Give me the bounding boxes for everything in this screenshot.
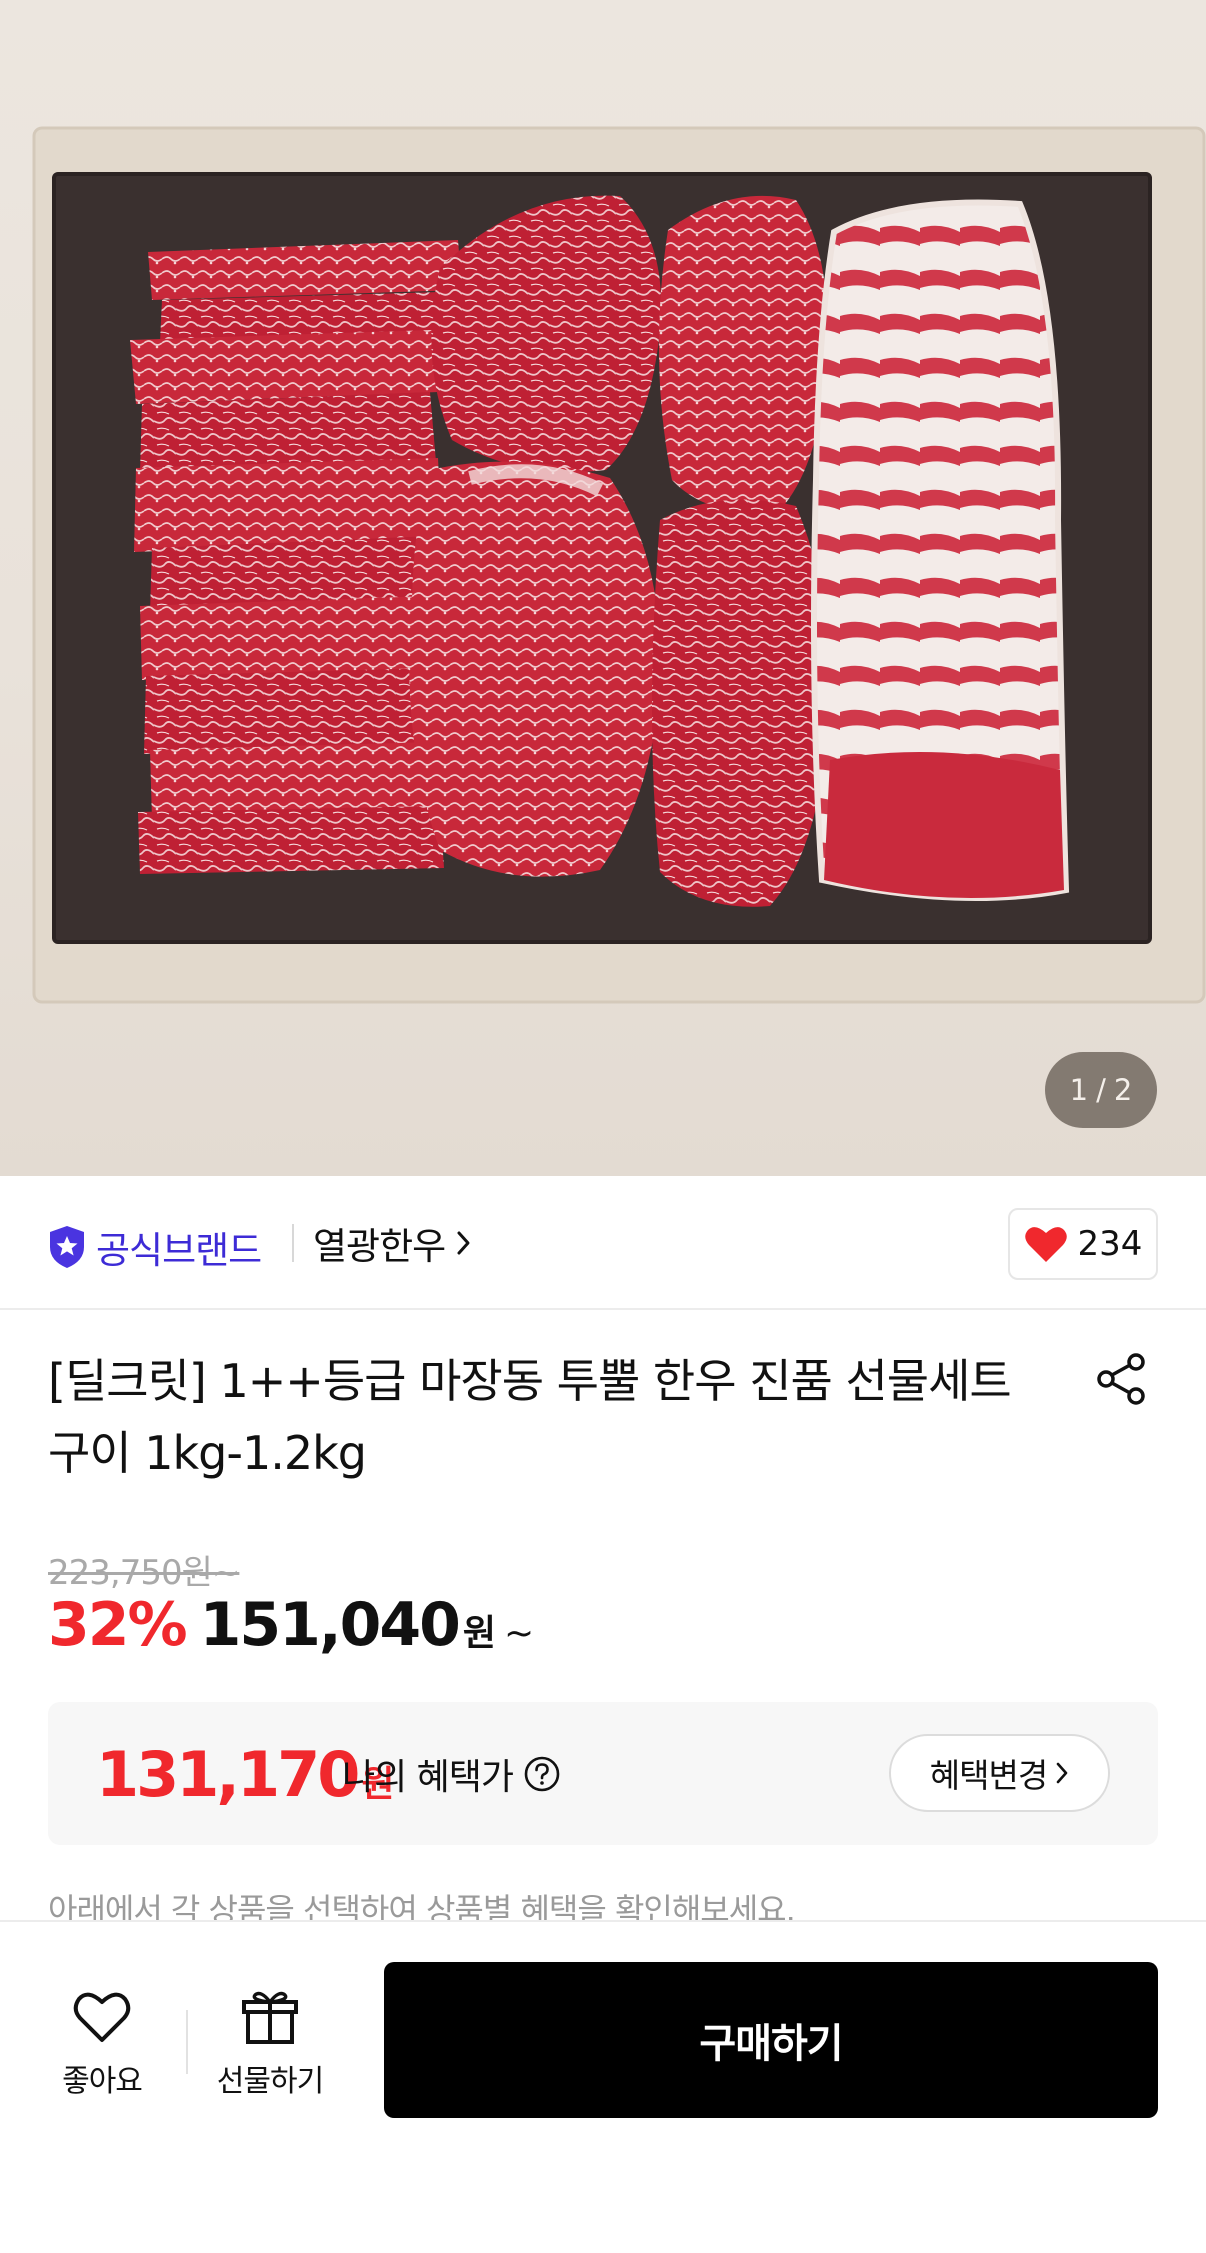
change-benefit-button[interactable]: 혜택변경 (889, 1734, 1110, 1812)
bottom-action-bar: 좋아요 선물하기 구매하기 (0, 1920, 1206, 2253)
original-price: 223,750원~ (48, 1553, 240, 1593)
benefit-label: 나의 혜택가 (342, 1748, 561, 1800)
brand-row: 공식브랜드 열광한우 234 (0, 1176, 1206, 1310)
like-count: 234 (1077, 1224, 1143, 1264)
divider (292, 1224, 294, 1262)
star-shield-icon (50, 1226, 84, 1268)
total-pages: 2 (1113, 1073, 1133, 1107)
buy-label: 구매하기 (699, 2021, 843, 2067)
like-count-button[interactable]: 234 (1008, 1208, 1158, 1280)
benefit-price-value: 131,170 (96, 1738, 360, 1811)
divider (186, 2010, 188, 2074)
heart-outline-icon (73, 1992, 131, 2042)
buy-button[interactable]: 구매하기 (384, 1962, 1158, 2118)
discount-rate: 32% (48, 1590, 188, 1660)
heart-icon (1024, 1227, 1067, 1262)
product-title: [딜크릿] 1++등급 마장동 투뿔 한우 진품 선물세트 구이 1kg-1.2… (48, 1345, 1048, 1489)
store-name: 열광한우 (313, 1225, 446, 1268)
gift-button[interactable]: 선물하기 (195, 1988, 345, 2100)
sale-price-currency: 원 (462, 1613, 497, 1654)
chevron-right-icon (1056, 1762, 1068, 1784)
benefit-label-text: 나의 혜택가 (342, 1757, 514, 1798)
sale-price-suffix: ~ (504, 1613, 535, 1654)
image-page-counter: 1 / 2 (1045, 1052, 1157, 1128)
current-page: 1 (1069, 1073, 1089, 1107)
sale-price-row: 32% 151,040 원 ~ (48, 1590, 534, 1660)
question-circle-icon[interactable] (523, 1755, 561, 1793)
my-benefit-price-box: 131,170 원 나의 혜택가 혜택변경 (48, 1702, 1158, 1845)
share-icon[interactable] (1094, 1352, 1148, 1406)
page-separator: / (1096, 1073, 1106, 1107)
product-image-gallery[interactable]: 1 / 2 (0, 0, 1206, 1176)
gift-label: 선물하기 (216, 2064, 324, 2099)
official-brand-badge: 공식브랜드 (48, 1220, 262, 1274)
change-benefit-label: 혜택변경 (929, 1756, 1048, 1795)
sale-price: 151,040 (199, 1590, 461, 1660)
like-button[interactable]: 좋아요 (27, 1988, 177, 2100)
official-brand-label: 공식브랜드 (96, 1229, 262, 1272)
gift-icon (242, 1991, 298, 2044)
product-photo (32, 126, 1206, 1004)
store-link[interactable]: 열광한우 (313, 1216, 473, 1270)
chevron-right-icon (457, 1231, 470, 1255)
like-label: 좋아요 (62, 2064, 143, 2099)
product-title-line-1: [딜크릿] 1++등급 마장동 투뿔 한우 진품 선물세트 (48, 1354, 1012, 1408)
product-title-line-2: 구이 1kg-1.2kg (48, 1426, 367, 1480)
